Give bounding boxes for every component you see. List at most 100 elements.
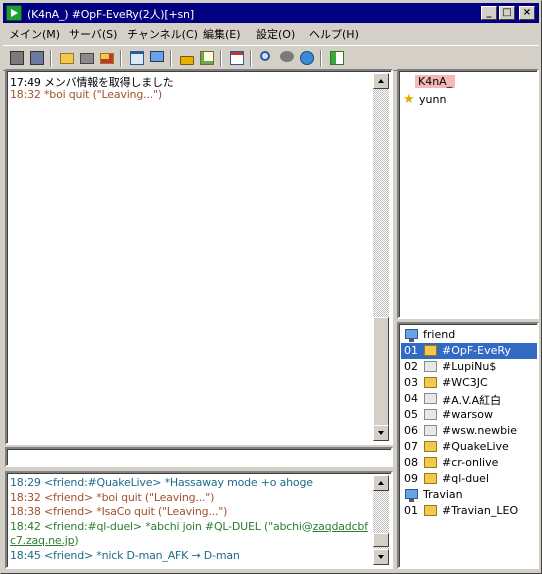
channel-name: #WC3JC bbox=[442, 376, 488, 389]
scroll-up-button[interactable] bbox=[373, 73, 389, 89]
maximize-button[interactable]: □ bbox=[499, 6, 515, 20]
log-text: *nick D-man_AFK → D-man bbox=[93, 548, 240, 562]
checklist-icon[interactable] bbox=[229, 50, 245, 66]
log-line: 18:42 <friend:#ql-duel> *abchi join #QL-… bbox=[10, 520, 368, 533]
nick-name: yunn bbox=[419, 93, 447, 106]
private-log-pane[interactable]: 18:29 <friend:#QuakeLive> *Hassaway mode… bbox=[5, 471, 393, 569]
channel-tree[interactable]: friend 01 #OpF-EveRy 02 #LupiNu$ 03 #WC3JC 04 #A… bbox=[397, 322, 539, 569]
channel-number: 01 bbox=[404, 504, 418, 517]
folder-icon bbox=[424, 505, 437, 516]
disconnect-icon[interactable] bbox=[29, 50, 45, 66]
menu-settings[interactable]: 設定(O) bbox=[256, 26, 295, 42]
window-title: (K4nA_) #OpF-EveRy(2人)[+sn] bbox=[27, 8, 194, 21]
folder-icon bbox=[424, 473, 437, 484]
channel-item[interactable]: 03 #WC3JC bbox=[401, 375, 537, 391]
channel-number: 07 bbox=[404, 440, 418, 453]
app-icon bbox=[6, 5, 22, 21]
menu-main[interactable]: メイン(M) bbox=[9, 26, 60, 42]
folder-add-icon[interactable] bbox=[99, 50, 115, 66]
channel-name: #OpF-EveRy bbox=[442, 344, 511, 357]
server-item[interactable]: Travian bbox=[401, 487, 537, 503]
scroll-down-button[interactable] bbox=[373, 549, 389, 565]
chat-bubble-icon[interactable] bbox=[279, 50, 295, 66]
channel-name: #QuakeLive bbox=[442, 440, 509, 453]
toolbar-separator bbox=[320, 50, 322, 67]
channel-item[interactable]: 01 #OpF-EveRy bbox=[401, 343, 537, 359]
channel-item[interactable]: 01 #Travian_LEO bbox=[401, 503, 537, 519]
log-time: 18:38 bbox=[10, 505, 44, 518]
nick-name: K4nA_ bbox=[415, 75, 456, 88]
channel-item[interactable]: 04 #A.V.A紅白 bbox=[401, 391, 537, 407]
log-prefix: <friend> bbox=[44, 490, 94, 504]
channel-name: #cr-onlive bbox=[442, 456, 499, 469]
toolbar-separator bbox=[170, 50, 172, 67]
log-prefix: <friend> bbox=[44, 548, 94, 562]
message-input[interactable] bbox=[9, 451, 393, 465]
log-link[interactable]: zaqdadcbf bbox=[313, 520, 369, 533]
toolbar-separator bbox=[50, 50, 52, 67]
menu-help[interactable]: ヘルプ(H) bbox=[309, 26, 359, 42]
toolbar-separator bbox=[220, 50, 222, 67]
channel-number: 01 bbox=[404, 344, 418, 357]
channel-item[interactable]: 09 #ql-duel bbox=[401, 471, 537, 487]
lock-icon[interactable] bbox=[179, 50, 195, 66]
channel-item[interactable]: 08 #cr-onlive bbox=[401, 455, 537, 471]
close-button[interactable]: × bbox=[519, 6, 535, 20]
channel-log-pane[interactable]: 17:49 メンバ情報を取得しました 18:32 *boi quit ("Leav… bbox=[5, 69, 393, 445]
toolbar-separator bbox=[120, 50, 122, 67]
scroll-up-button[interactable] bbox=[373, 475, 389, 491]
monitor-icon[interactable] bbox=[149, 50, 165, 66]
search-icon[interactable] bbox=[259, 50, 275, 66]
channel-name: #LupiNu$ bbox=[442, 360, 497, 373]
channel-number: 03 bbox=[404, 376, 418, 389]
channel-log-scrollbar[interactable] bbox=[373, 73, 389, 441]
channel-name: #A.V.A紅白 bbox=[442, 394, 502, 407]
channel-number: 02 bbox=[404, 360, 418, 373]
connect-icon[interactable] bbox=[9, 50, 25, 66]
channel-name: #warsow bbox=[442, 408, 493, 421]
server-icon bbox=[405, 489, 418, 502]
window-icon[interactable] bbox=[129, 50, 145, 66]
channel-item[interactable]: 06 #wsw.newbie bbox=[401, 423, 537, 439]
message-input-box[interactable] bbox=[5, 447, 393, 467]
nick-list[interactable]: K4nA_ ★ yunn bbox=[397, 69, 539, 319]
channel-number: 04 bbox=[404, 392, 418, 405]
menu-edit[interactable]: 編集(E) bbox=[203, 26, 241, 42]
log-line: 18:29 <friend:#QuakeLive> *Hassaway mode… bbox=[10, 476, 313, 489]
log-line: 18:38 <friend> *IsaCo quit ("Leaving..."… bbox=[10, 505, 227, 518]
folder-icon bbox=[424, 377, 437, 388]
log-text: *Hassaway mode +o ahoge bbox=[161, 476, 313, 489]
log-time: 18:32 bbox=[10, 88, 44, 101]
log-time: 18:42 bbox=[10, 519, 44, 533]
channel-item[interactable]: 05 #warsow bbox=[401, 407, 537, 423]
server-item[interactable]: friend bbox=[401, 327, 537, 343]
menu-channel[interactable]: チャンネル(C) bbox=[127, 26, 198, 42]
folder-icon bbox=[424, 409, 437, 420]
scroll-thumb[interactable] bbox=[373, 317, 389, 427]
channel-item[interactable]: 02 #LupiNu$ bbox=[401, 359, 537, 375]
folder-open-icon[interactable] bbox=[59, 50, 75, 66]
channel-number: 05 bbox=[404, 408, 418, 421]
private-log-scrollbar[interactable] bbox=[373, 475, 389, 565]
scroll-down-button[interactable] bbox=[373, 425, 389, 441]
folder-gray-icon[interactable] bbox=[79, 50, 95, 66]
channel-name: #wsw.newbie bbox=[442, 424, 517, 437]
globe-icon[interactable] bbox=[299, 50, 315, 66]
scroll-thumb[interactable] bbox=[373, 533, 389, 547]
log-line: 18:32 <friend> *boi quit ("Leaving...") bbox=[10, 491, 214, 504]
exit-icon[interactable] bbox=[329, 50, 345, 66]
folder-icon bbox=[424, 441, 437, 452]
menu-server[interactable]: サーバ(S) bbox=[69, 26, 117, 42]
minimize-button[interactable]: _ bbox=[481, 6, 497, 20]
log-text: ) bbox=[74, 534, 79, 547]
edit-icon[interactable] bbox=[199, 50, 215, 66]
log-line: c7.zaq.ne.jp) bbox=[10, 534, 79, 547]
title-bar[interactable]: (K4nA_) #OpF-EveRy(2人)[+sn] _ □ × bbox=[3, 3, 539, 23]
log-text: *boi quit ("Leaving...") bbox=[44, 88, 162, 101]
folder-icon bbox=[424, 361, 437, 372]
log-link[interactable]: c7.zaq.ne.jp bbox=[10, 534, 75, 547]
log-text: *IsaCo quit ("Leaving...") bbox=[93, 505, 228, 518]
op-star-icon: ★ bbox=[403, 92, 415, 107]
folder-icon bbox=[424, 425, 437, 436]
channel-item[interactable]: 07 #QuakeLive bbox=[401, 439, 537, 455]
